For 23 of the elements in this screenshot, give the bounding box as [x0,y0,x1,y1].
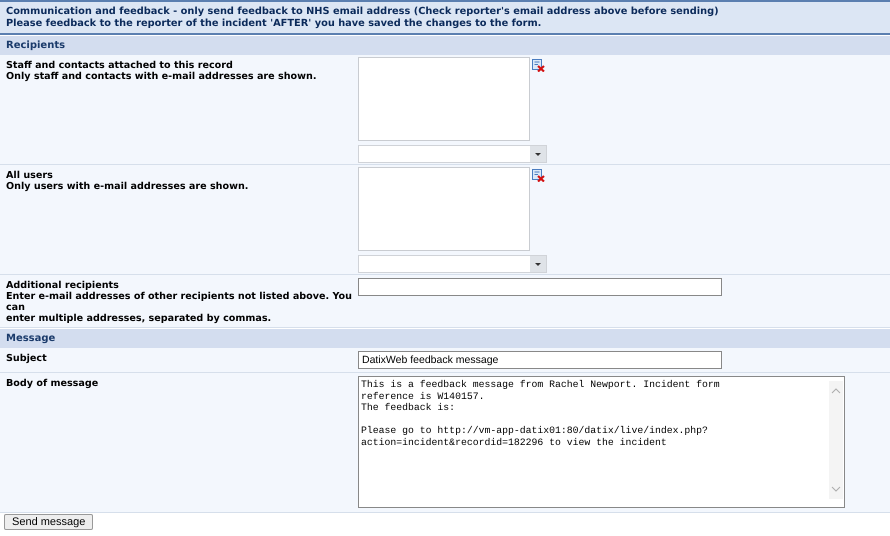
clear-list-icon[interactable] [532,59,545,72]
help-text: can [6,302,26,313]
header-text: Please feedback to the reporter of the incident 'AFTER' you have saved the changes to the form. [6,18,542,30]
clear-list-icon[interactable] [532,169,545,182]
field-label: Body of message [6,378,100,389]
scrollbar[interactable] [829,381,843,499]
section-title: Message [6,333,56,344]
dropdown-field[interactable] [358,255,547,273]
help-text: Only staff and contacts with e-mail addresses are shown. [6,71,318,82]
field-label: Additional recipients [6,280,120,291]
field-label: Subject [6,353,48,364]
field-label: Staff and contacts attached to this record [6,60,234,71]
text-field[interactable]: DatixWeb feedback message [358,351,722,369]
message-body-field[interactable]: This is a feedback message from Rachel Newport. Incident form reference is W140157. The feedback is: Please go to http://vm-app-datix01:80/datix/live/index.php? action=incident&recordid=182296 to view the incident [358,376,845,508]
send-message-button[interactable]: Send message [4,514,94,530]
help-text: Only users with e-mail addresses are shown. [6,181,250,192]
field-label: All users [6,170,54,181]
dropdown-field[interactable] [358,145,547,163]
text-field[interactable] [358,278,722,296]
section-title: Recipients [6,40,66,51]
help-text: Enter e-mail addresses of other recipients not listed above. You [6,291,352,302]
header-text: Communication and feedback - only send feedback to NHS email address (Check reporter's email address above before sending) [6,6,720,18]
help-text: enter multiple addresses, separated by commas. [6,313,272,324]
